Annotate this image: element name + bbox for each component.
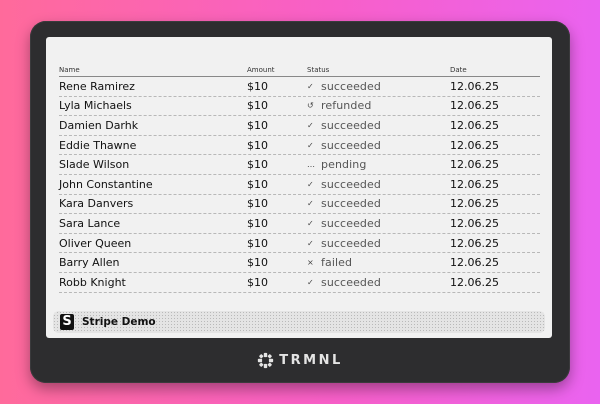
status-text: failed xyxy=(321,256,353,270)
status-cell: ✓ succeeded xyxy=(307,119,450,132)
status-cell: ✓ succeeded xyxy=(307,178,450,191)
pending-icon: … xyxy=(307,160,315,170)
status-text: succeeded xyxy=(321,138,381,152)
amount-value: $10 xyxy=(247,236,268,250)
check-icon: ✓ xyxy=(307,140,314,150)
amount-value: $10 xyxy=(247,79,268,93)
status-text: refunded xyxy=(321,99,372,113)
check-icon: ✓ xyxy=(307,277,314,287)
table-row: John Constantine $10 ✓ succeeded 12.06.25 xyxy=(59,175,540,195)
date-value: 12.06.25 xyxy=(450,177,499,191)
table-header: Name Amount Status Date xyxy=(59,63,540,77)
table-row: Eddie Thawne $10 ✓ succeeded 12.06.25 xyxy=(59,136,540,156)
table-row: Slade Wilson $10 … pending 12.06.25 xyxy=(59,155,540,175)
refund-icon: ↺ xyxy=(307,101,314,111)
brand-name: TRMNL xyxy=(279,353,343,368)
amount-value: $10 xyxy=(247,197,268,211)
payments-table: Name Amount Status Date Rene Ramirez $10 ✓… xyxy=(59,63,540,293)
x-icon: × xyxy=(307,258,314,268)
status-cell: ✓ succeeded xyxy=(307,80,450,93)
amount-value: $10 xyxy=(247,99,268,113)
customer-name: Rene Ramirez xyxy=(59,79,135,93)
header-status: Status xyxy=(307,65,330,74)
status-cell: ✓ succeeded xyxy=(307,276,450,289)
status-cell: ✓ succeeded xyxy=(307,237,450,250)
customer-name: Eddie Thawne xyxy=(59,138,137,152)
status-cell: ✓ succeeded xyxy=(307,217,450,230)
date-value: 12.06.25 xyxy=(450,118,499,132)
trmnl-device: Name Amount Status Date Rene Ramirez $10 ✓… xyxy=(30,21,570,383)
date-value: 12.06.25 xyxy=(450,158,499,172)
table-row: Damien Darhk $10 ✓ succeeded 12.06.25 xyxy=(59,116,540,136)
date-value: 12.06.25 xyxy=(450,256,499,270)
customer-name: John Constantine xyxy=(59,177,153,191)
date-value: 12.06.25 xyxy=(450,216,499,230)
customer-name: Oliver Queen xyxy=(59,236,132,250)
customer-name: Barry Allen xyxy=(59,256,120,270)
table-row: Rene Ramirez $10 ✓ succeeded 12.06.25 xyxy=(59,77,540,97)
date-value: 12.06.25 xyxy=(450,99,499,113)
amount-value: $10 xyxy=(247,158,268,172)
status-text: succeeded xyxy=(321,216,381,230)
title-bar: S Stripe Demo xyxy=(53,311,545,333)
date-value: 12.06.25 xyxy=(450,275,499,289)
table-row: Robb Knight $10 ✓ succeeded 12.06.25 xyxy=(59,273,540,293)
check-icon: ✓ xyxy=(307,120,314,130)
customer-name: Slade Wilson xyxy=(59,158,130,172)
status-cell: ✓ succeeded xyxy=(307,139,450,152)
header-amount: Amount xyxy=(247,65,275,74)
table-row: Oliver Queen $10 ✓ succeeded 12.06.25 xyxy=(59,234,540,254)
table-row: Lyla Michaels $10 ↺ refunded 12.06.25 xyxy=(59,97,540,117)
status-text: succeeded xyxy=(321,177,381,191)
customer-name: Damien Darhk xyxy=(59,118,139,132)
date-value: 12.06.25 xyxy=(450,197,499,211)
date-value: 12.06.25 xyxy=(450,138,499,152)
header-date: Date xyxy=(450,65,467,74)
amount-value: $10 xyxy=(247,118,268,132)
status-text: pending xyxy=(321,158,367,172)
plugin-title: Stripe Demo xyxy=(82,316,156,328)
table-row: Kara Danvers $10 ✓ succeeded 12.06.25 xyxy=(59,195,540,215)
check-icon: ✓ xyxy=(307,218,314,228)
customer-name: Lyla Michaels xyxy=(59,99,132,113)
eink-screen: Name Amount Status Date Rene Ramirez $10 ✓… xyxy=(46,37,552,338)
status-text: succeeded xyxy=(321,275,381,289)
trmnl-logo-icon xyxy=(258,352,274,369)
table-row: Barry Allen $10 × failed 12.06.25 xyxy=(59,253,540,273)
customer-name: Kara Danvers xyxy=(59,197,134,211)
status-cell: ✓ succeeded xyxy=(307,197,450,210)
check-icon: ✓ xyxy=(307,238,314,248)
status-cell: ↺ refunded xyxy=(307,99,450,112)
device-branding: TRMNL xyxy=(30,352,570,369)
status-text: succeeded xyxy=(321,197,381,211)
check-icon: ✓ xyxy=(307,199,314,209)
amount-value: $10 xyxy=(247,216,268,230)
check-icon: ✓ xyxy=(307,179,314,189)
amount-value: $10 xyxy=(247,138,268,152)
status-cell: … pending xyxy=(307,158,450,171)
customer-name: Robb Knight xyxy=(59,275,126,289)
table-body: Rene Ramirez $10 ✓ succeeded 12.06.25 Lyla Mi… xyxy=(59,77,540,293)
status-text: succeeded xyxy=(321,118,381,132)
stripe-logo-icon: S xyxy=(60,314,74,330)
check-icon: ✓ xyxy=(307,81,314,91)
status-text: succeeded xyxy=(321,236,381,250)
header-name: Name xyxy=(59,65,80,74)
table-row: Sara Lance $10 ✓ succeeded 12.06.25 xyxy=(59,214,540,234)
amount-value: $10 xyxy=(247,275,268,289)
amount-value: $10 xyxy=(247,256,268,270)
amount-value: $10 xyxy=(247,177,268,191)
date-value: 12.06.25 xyxy=(450,236,499,250)
customer-name: Sara Lance xyxy=(59,216,121,230)
status-cell: × failed xyxy=(307,256,450,269)
date-value: 12.06.25 xyxy=(450,79,499,93)
status-text: succeeded xyxy=(321,79,381,93)
